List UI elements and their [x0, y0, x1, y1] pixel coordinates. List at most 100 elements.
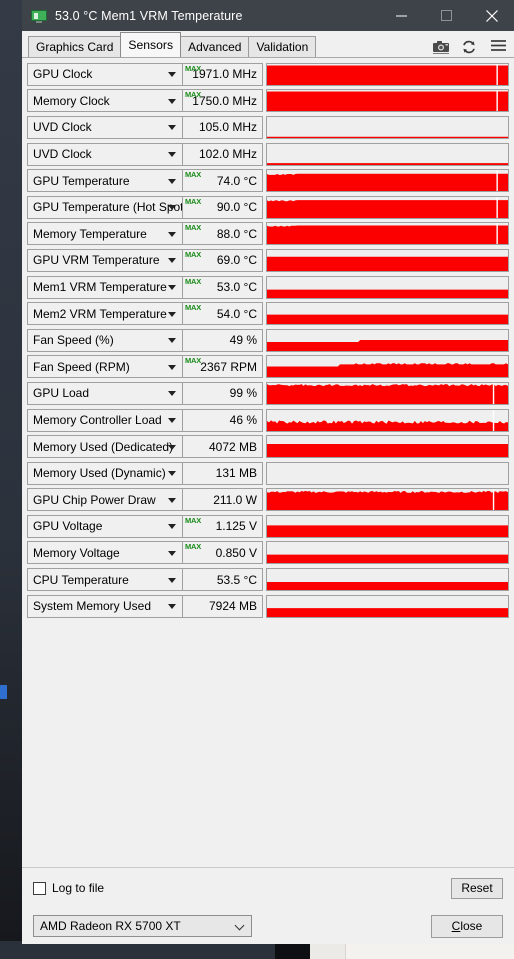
sensor-graph[interactable] — [266, 461, 509, 485]
sensor-row: Memory Used (Dedicated) 4072 MB — [27, 433, 509, 460]
sensor-value: 99 % — [183, 381, 263, 405]
gpuz-icon — [31, 8, 47, 24]
camera-icon[interactable] — [432, 39, 450, 55]
chevron-down-icon — [168, 258, 176, 264]
sensor-row: Memory Clock MAX 1750.0 MHz — [27, 88, 509, 115]
sensor-graph[interactable] — [266, 435, 509, 459]
sensor-name-dropdown[interactable]: Memory Voltage — [27, 541, 183, 565]
chevron-down-icon — [234, 920, 245, 931]
sensor-name-dropdown[interactable]: GPU Voltage — [27, 514, 183, 538]
hamburger-menu-icon[interactable] — [490, 39, 508, 55]
sensor-graph[interactable] — [266, 89, 509, 113]
sensor-name-dropdown[interactable]: Fan Speed (RPM) — [27, 355, 183, 379]
chevron-down-icon — [168, 550, 176, 556]
sensor-row: Mem1 VRM Temperature MAX 53.0 °C — [27, 274, 509, 301]
minimize-button[interactable] — [379, 0, 424, 31]
bottom-control-bar: Log to file Reset — [22, 867, 514, 908]
sensor-name-dropdown[interactable]: GPU Temperature (Hot Spot) — [27, 195, 183, 219]
title-bar[interactable]: 53.0 °C Mem1 VRM Temperature — [22, 0, 514, 31]
log-to-file-control[interactable]: Log to file — [33, 881, 104, 895]
sensor-row: UVD Clock 105.0 MHz — [27, 114, 509, 141]
sensor-name-dropdown[interactable]: Memory Controller Load — [27, 408, 183, 432]
sensor-graph[interactable] — [266, 328, 509, 352]
sensor-row: GPU Voltage MAX 1.125 V — [27, 513, 509, 540]
sensor-graph[interactable] — [266, 62, 509, 86]
sensor-name-dropdown[interactable]: CPU Temperature — [27, 568, 183, 592]
sensor-graph[interactable] — [266, 594, 509, 618]
chevron-down-icon — [168, 338, 176, 344]
sensor-name-dropdown[interactable]: Mem1 VRM Temperature — [27, 275, 183, 299]
chevron-down-icon — [168, 231, 176, 237]
sensor-graph[interactable] — [266, 115, 509, 139]
reset-button[interactable]: Reset — [451, 877, 503, 899]
sensor-name-label: Memory Temperature — [33, 226, 147, 241]
sensor-name-dropdown[interactable]: GPU Load — [27, 381, 183, 405]
sensor-graph[interactable] — [266, 195, 509, 219]
sensor-name-label: CPU Temperature — [33, 572, 129, 587]
sensor-graph[interactable] — [266, 275, 509, 299]
sensor-name-dropdown[interactable]: GPU Clock — [27, 62, 183, 86]
sensor-name-label: GPU Voltage — [33, 519, 103, 534]
close-window-button[interactable] — [469, 0, 514, 31]
chevron-down-icon — [168, 98, 176, 104]
sensor-value: MAX 1750.0 MHz — [183, 89, 263, 113]
sensor-name-dropdown[interactable]: Mem2 VRM Temperature — [27, 302, 183, 326]
maximize-button[interactable] — [424, 0, 469, 31]
sensor-value: 7924 MB — [183, 594, 263, 618]
sensor-graph[interactable] — [266, 514, 509, 538]
sensor-name-dropdown[interactable]: GPU Temperature — [27, 169, 183, 193]
sensor-graph[interactable] — [266, 568, 509, 592]
tab-sensors[interactable]: Sensors — [120, 32, 182, 57]
sensor-value-label: 99 % — [229, 386, 257, 401]
window-title: 53.0 °C Mem1 VRM Temperature — [55, 8, 243, 23]
background-accent-marker — [0, 685, 7, 699]
toolbar-icons — [432, 39, 508, 55]
close-button[interactable]: Close — [431, 914, 503, 938]
sensor-value-label: 1971.0 MHz — [192, 67, 257, 82]
background-app-panel — [0, 0, 22, 959]
sensor-name-label: UVD Clock — [33, 147, 92, 162]
sensor-name-dropdown[interactable]: Memory Temperature — [27, 222, 183, 246]
gpu-selector-value: AMD Radeon RX 5700 XT — [40, 919, 181, 933]
sensor-value-label: 49 % — [229, 333, 257, 348]
tab-validation[interactable]: Validation — [248, 36, 317, 57]
sensor-value: MAX 69.0 °C — [183, 248, 263, 272]
tab-advanced[interactable]: Advanced — [180, 36, 250, 57]
sensor-name-dropdown[interactable]: Memory Used (Dedicated) — [27, 435, 183, 459]
sensor-graph[interactable] — [266, 169, 509, 193]
sensor-name-dropdown[interactable]: Memory Used (Dynamic) — [27, 461, 183, 485]
sensor-row: GPU VRM Temperature MAX 69.0 °C — [27, 247, 509, 274]
chevron-down-icon — [168, 364, 176, 370]
sensor-graph[interactable] — [266, 248, 509, 272]
sensor-row: Memory Temperature MAX 88.0 °C — [27, 221, 509, 248]
sensor-name-dropdown[interactable]: Fan Speed (%) — [27, 328, 183, 352]
refresh-icon[interactable] — [461, 39, 479, 55]
sensor-name-dropdown[interactable]: GPU Chip Power Draw — [27, 488, 183, 512]
sensor-value: MAX 2367 RPM — [183, 355, 263, 379]
sensor-name-dropdown[interactable]: System Memory Used — [27, 594, 183, 618]
sensor-graph[interactable] — [266, 541, 509, 565]
sensor-name-label: GPU Chip Power Draw — [33, 492, 156, 507]
sensor-graph[interactable] — [266, 142, 509, 166]
sensor-row: System Memory Used 7924 MB — [27, 593, 509, 620]
sensor-name-dropdown[interactable]: UVD Clock — [27, 115, 183, 139]
sensor-name-label: System Memory Used — [33, 599, 152, 614]
sensor-row: Memory Controller Load 46 % — [27, 407, 509, 434]
sensor-graph[interactable] — [266, 381, 509, 405]
gpu-selector-dropdown[interactable]: AMD Radeon RX 5700 XT — [33, 915, 252, 937]
sensor-name-dropdown[interactable]: UVD Clock — [27, 142, 183, 166]
sensor-graph[interactable] — [266, 488, 509, 512]
sensor-value-label: 53.5 °C — [216, 572, 257, 587]
sensor-graph[interactable] — [266, 355, 509, 379]
log-to-file-checkbox[interactable] — [33, 881, 46, 895]
sensor-value-label: 131 MB — [215, 466, 257, 481]
sensor-name-dropdown[interactable]: Memory Clock — [27, 89, 183, 113]
tab-graphics-card[interactable]: Graphics Card — [28, 36, 122, 57]
sensor-name-label: Fan Speed (RPM) — [33, 359, 130, 374]
sensor-graph[interactable] — [266, 302, 509, 326]
sensor-graph[interactable] — [266, 222, 509, 246]
sensor-value-label: 1750.0 MHz — [192, 93, 257, 108]
sensor-value-label: 1.125 V — [215, 519, 257, 534]
sensor-graph[interactable] — [266, 408, 509, 432]
sensor-name-dropdown[interactable]: GPU VRM Temperature — [27, 248, 183, 272]
